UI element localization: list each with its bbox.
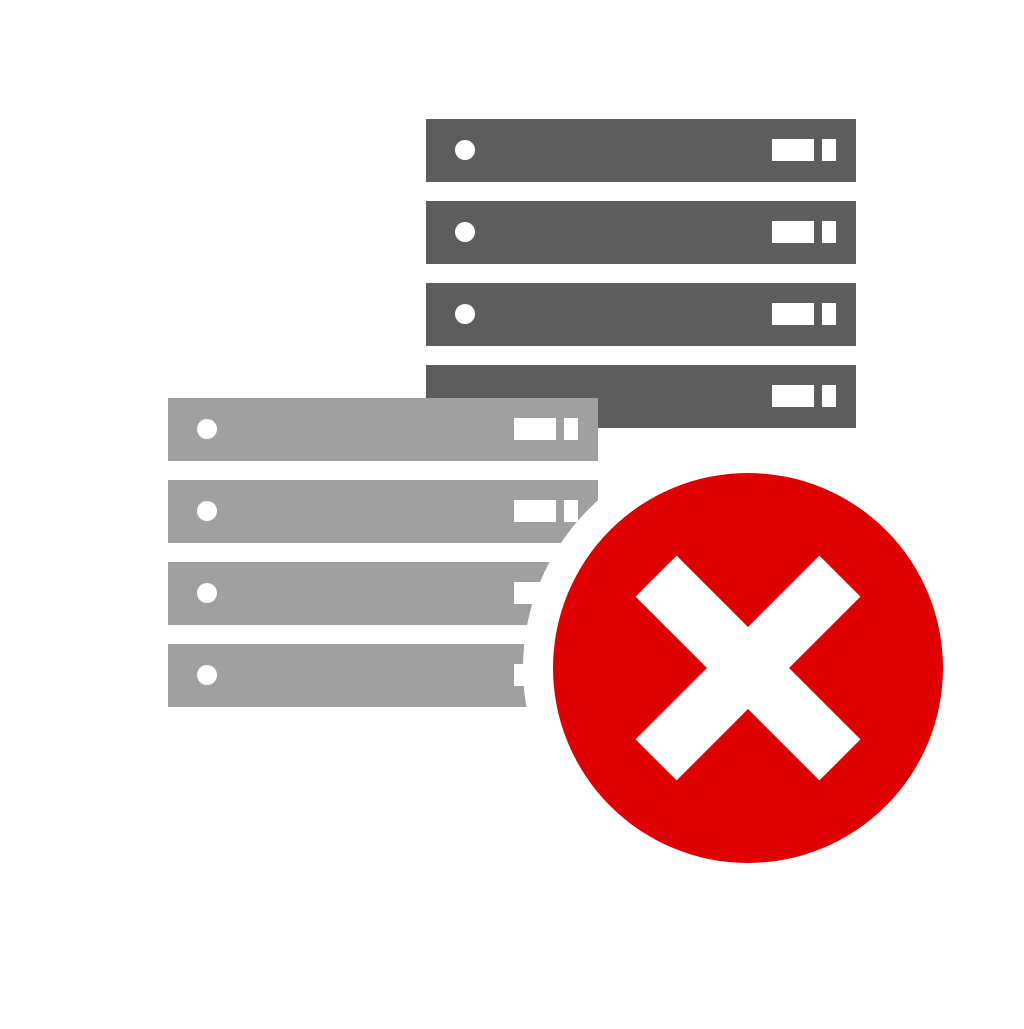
- error-badge-icon: [553, 473, 943, 863]
- server-error-icon: [0, 0, 1024, 1024]
- server-back-icon: [426, 119, 856, 428]
